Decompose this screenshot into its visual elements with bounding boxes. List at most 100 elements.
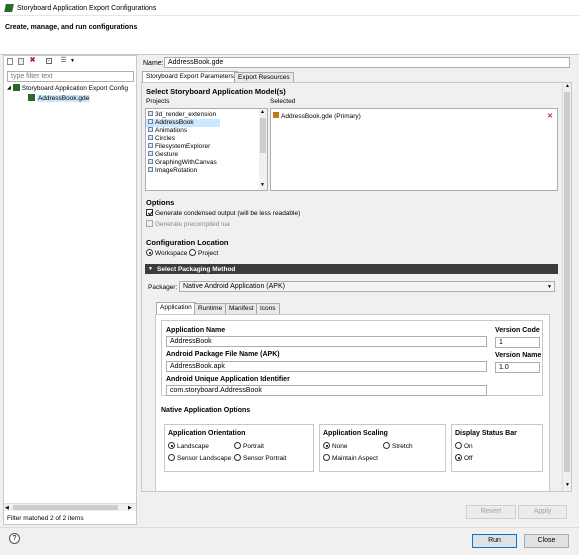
app-identity-group: Application Name AddressBook Android Pac… [161,320,543,396]
project-icon [148,127,153,132]
checkbox[interactable] [146,220,153,227]
list-item[interactable]: AddressBook.gde (Primary) [271,112,557,120]
packaging-section-bar[interactable]: ▼ Select Packaging Method [145,264,558,274]
banner-title: Create, manage, and run configurations [5,24,138,31]
models-heading: Select Storyboard Application Model(s) [146,87,286,96]
scroll-down-icon[interactable]: ▼ [565,482,570,488]
scroll-up-icon[interactable]: ▲ [565,83,570,89]
project-icon [148,167,153,172]
sensor-portrait-radio[interactable]: Sensor Portrait [234,454,286,463]
landscape-radio[interactable]: Landscape [168,442,209,451]
precompiled-checkbox[interactable]: Generate precompiled lua [146,220,230,229]
list-item[interactable]: ImageRotation [146,167,267,175]
duplicate-icon[interactable] [18,58,24,65]
identifier-field[interactable]: com.storyboard.AddressBook [166,385,487,396]
projects-list[interactable]: 3d_render_extension AddressBook Animatio… [145,108,268,191]
apk-field[interactable]: AddressBook.apk [166,361,487,372]
chevron-down-icon[interactable]: ▼ [547,283,552,291]
name-field[interactable]: AddressBook.gde [164,57,570,68]
version-name-field[interactable]: 1.0 [495,362,540,373]
orientation-heading: Application Orientation [168,430,246,437]
workspace-radio[interactable]: Workspace [146,249,187,258]
project-radio[interactable]: Project [189,249,218,258]
native-options-heading: Native Application Options [161,407,251,414]
radio[interactable] [234,442,241,449]
new-config-icon[interactable] [7,58,13,65]
radio[interactable] [168,442,175,449]
tab-application[interactable]: Application [156,302,196,314]
delete-icon[interactable]: ✖ [29,57,36,65]
maintain-aspect-radio[interactable]: Maintain Aspect [323,454,378,463]
status-bar-group: Display Status Bar On Off [451,424,543,472]
project-icon [148,151,153,156]
radio[interactable] [383,442,390,449]
application-tab-content: Application Name AddressBook Android Pac… [155,314,550,491]
tab-runtime[interactable]: Runtime [194,303,227,314]
tree-child[interactable]: AddressBook.gde [28,94,91,103]
radio[interactable] [146,249,153,256]
off-radio[interactable]: Off [455,454,473,463]
help-icon[interactable]: ? [9,533,20,544]
close-icon[interactable]: ✕ [547,112,553,120]
scroll-thumb[interactable] [564,92,570,472]
radio[interactable] [323,442,330,449]
project-icon [148,119,153,124]
portrait-radio[interactable]: Portrait [234,442,264,451]
tab-manifest[interactable]: Manifest [225,303,258,314]
none-radio[interactable]: None [323,442,348,451]
expand-icon[interactable]: ◢ [7,85,11,91]
sensor-landscape-radio[interactable]: Sensor Landscape [168,454,231,463]
radio[interactable] [455,442,462,449]
condensed-checkbox[interactable]: Generate condensed output (will be less … [146,209,300,218]
close-button[interactable]: Close [524,534,569,548]
selected-list[interactable]: AddressBook.gde (Primary) ✕ [270,108,558,191]
scroll-right-icon[interactable]: ▶ [128,504,132,512]
tab-icons[interactable]: Icons [256,303,280,314]
config-vscrollbar[interactable]: ▲ ▼ [562,83,571,491]
scroll-down-icon[interactable]: ▼ [260,182,265,188]
radio[interactable] [168,454,175,461]
collapse-icon[interactable]: ▼ [148,265,153,274]
version-name-label: Version Name [495,352,542,359]
stretch-radio[interactable]: Stretch [383,442,413,451]
name-label: Name: [143,60,164,67]
filter-icon[interactable]: ☰ [60,57,67,65]
list-item[interactable]: FilesystemExplorer [146,143,267,151]
chevron-down-icon[interactable]: ▼ [69,57,76,65]
title-bar: Storyboard Application Export Configurat… [0,0,579,16]
project-icon [148,143,153,148]
on-radio[interactable]: On [455,442,473,451]
list-item[interactable]: Gesture [146,151,267,159]
packager-label: Packager: [148,284,178,291]
list-item[interactable]: Animations [146,127,267,135]
radio[interactable] [455,454,462,461]
tree-root-label: Storyboard Application Export Config [21,85,128,92]
app-name-field[interactable]: AddressBook [166,336,487,347]
radio[interactable] [323,454,330,461]
radio[interactable] [234,454,241,461]
scroll-thumb[interactable] [13,505,118,510]
revert-button[interactable]: Revert [466,505,516,519]
run-button[interactable]: Run [472,534,517,548]
checkbox[interactable] [146,209,153,216]
version-code-field[interactable]: 1 [495,337,540,348]
list-item[interactable]: GraphingWithCanvas [146,159,267,167]
model-icon [273,112,279,118]
list-item[interactable]: Circles [146,135,267,143]
scroll-thumb[interactable] [260,118,266,153]
scroll-left-icon[interactable]: ◀ [5,504,9,512]
left-hscrollbar[interactable]: ◀ ▶ [4,503,136,511]
packager-select[interactable]: Native Android Application (APK) ▼ [179,281,555,292]
tree-root[interactable]: ◢ Storyboard Application Export Config [7,84,137,93]
radio[interactable] [189,249,196,256]
scaling-group: Application Scaling None Stretch Maintai… [319,424,446,472]
projects-vscrollbar[interactable]: ▲ ▼ [259,109,267,190]
filter-input[interactable]: type filter text [7,71,134,82]
banner: Create, manage, and run configurations [0,16,579,55]
list-item[interactable]: 3d_render_extension [146,111,267,119]
apply-button[interactable]: Apply [518,505,567,519]
scroll-up-icon[interactable]: ▲ [260,109,265,115]
list-item[interactable]: AddressBook [146,119,220,127]
collapse-all-icon[interactable]: - [46,58,52,64]
export-config-icon [12,84,20,91]
